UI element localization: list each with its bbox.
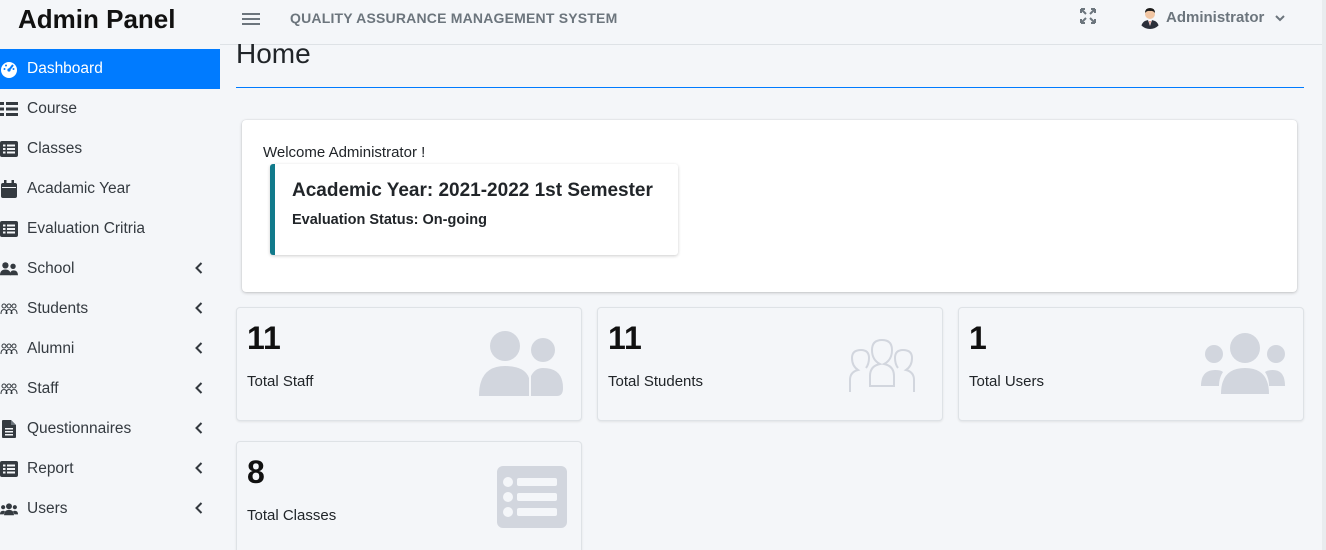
- tachometer-icon: [0, 60, 18, 78]
- scrollbar[interactable]: [1322, 0, 1326, 550]
- system-title: QUALITY ASSURANCE MANAGEMENT SYSTEM: [290, 10, 618, 26]
- sidebar-item-label: Students: [27, 300, 89, 317]
- stat-total-users: 1 Total Users: [958, 307, 1304, 421]
- users-icon: [0, 500, 18, 518]
- file-alt-icon: [0, 420, 18, 438]
- users-icon: [1197, 328, 1289, 396]
- welcome-text: Welcome Administrator !: [263, 144, 426, 161]
- list-alt-icon: [0, 220, 18, 238]
- sidebar-item-label: Dashboard: [27, 60, 103, 77]
- user-name: Administrator: [1166, 8, 1265, 26]
- chevron-down-icon: [1274, 11, 1286, 23]
- stat-label: Total Users: [969, 373, 1045, 390]
- sidebar-item-label: Course: [27, 100, 77, 117]
- sidebar-item-evaluation-criteria[interactable]: Evaluation Critria: [0, 209, 220, 249]
- sidebar-item-questionnaires[interactable]: Questionnaires: [0, 409, 220, 449]
- stat-value: 8: [247, 454, 265, 490]
- stat-label: Total Staff: [247, 373, 314, 390]
- list-alt-icon: [475, 466, 567, 534]
- stat-value: 11: [247, 320, 281, 356]
- top-navbar: QUALITY ASSURANCE MANAGEMENT SYSTEM Admi…: [220, 0, 1326, 45]
- chevron-left-icon: [192, 381, 206, 395]
- stat-total-staff: 11 Total Staff: [236, 307, 582, 421]
- title-divider: [236, 87, 1304, 88]
- chevron-left-icon: [192, 461, 206, 475]
- stat-label: Total Students: [608, 373, 704, 390]
- sidebar-item-alumni[interactable]: Alumni: [0, 329, 220, 369]
- sidebar-item-users[interactable]: Users: [0, 489, 220, 529]
- sidebar-item-label: Report: [27, 460, 74, 477]
- sidebar-item-label: Classes: [27, 140, 83, 157]
- sidebar-item-label: Questionnaires: [27, 420, 132, 437]
- sidebar-item-label: School: [27, 260, 75, 277]
- user-friends-icon: [475, 328, 567, 396]
- academic-year-text: Academic Year: 2021-2022 1st Semester: [292, 180, 653, 201]
- list-icon: [0, 100, 18, 118]
- chevron-left-icon: [192, 301, 206, 315]
- people-outline-icon: [0, 380, 18, 398]
- sidebar-item-school[interactable]: School: [0, 249, 220, 289]
- stat-label: Total Classes: [247, 507, 337, 524]
- stat-value: 11: [608, 320, 642, 356]
- user-friends-icon: [0, 260, 18, 278]
- welcome-card: Welcome Administrator ! Academic Year: 2…: [242, 120, 1297, 292]
- evaluation-status-text: Evaluation Status: On-going: [292, 212, 487, 228]
- sidebar-item-label: Acadamic Year: [27, 180, 131, 197]
- chevron-left-icon: [192, 501, 206, 515]
- stat-total-classes: 8 Total Classes: [236, 441, 582, 550]
- people-outline-icon: [0, 300, 18, 318]
- calendar-icon: [0, 180, 18, 198]
- stat-value: 1: [969, 320, 987, 356]
- sidebar-item-students[interactable]: Students: [0, 289, 220, 329]
- chevron-left-icon: [192, 341, 206, 355]
- page-title: Home: [236, 38, 311, 69]
- stat-total-students: 11 Total Students: [597, 307, 943, 421]
- sidebar-item-label: Evaluation Critria: [27, 220, 146, 237]
- fullscreen-expand-icon[interactable]: [1080, 8, 1098, 26]
- user-menu[interactable]: Administrator: [1138, 5, 1286, 29]
- brand-title[interactable]: Admin Panel: [0, 0, 220, 36]
- people-outline-icon: [836, 328, 928, 396]
- sidebar-item-label: Users: [27, 500, 68, 517]
- sidebar-item-report[interactable]: Report: [0, 449, 220, 489]
- sidebar-item-label: Staff: [27, 380, 59, 397]
- sidebar-nav: Dashboard Course Classes Acadamic Year E: [0, 49, 220, 529]
- sidebar: Admin Panel Dashboard Course Classes Aca…: [0, 0, 220, 550]
- academic-year-callout: Academic Year: 2021-2022 1st Semester Ev…: [270, 164, 678, 255]
- chevron-left-icon: [192, 261, 206, 275]
- sidebar-item-course[interactable]: Course: [0, 89, 220, 129]
- sidebar-item-dashboard[interactable]: Dashboard: [0, 49, 220, 89]
- avatar: [1138, 5, 1162, 29]
- sidebar-item-academic-year[interactable]: Acadamic Year: [0, 169, 220, 209]
- hamburger-menu-icon[interactable]: [242, 10, 260, 26]
- list-alt-icon: [0, 140, 18, 158]
- people-outline-icon: [0, 340, 18, 358]
- sidebar-item-classes[interactable]: Classes: [0, 129, 220, 169]
- sidebar-item-staff[interactable]: Staff: [0, 369, 220, 409]
- chevron-left-icon: [192, 421, 206, 435]
- sidebar-item-label: Alumni: [27, 340, 75, 357]
- list-alt-icon: [0, 460, 18, 478]
